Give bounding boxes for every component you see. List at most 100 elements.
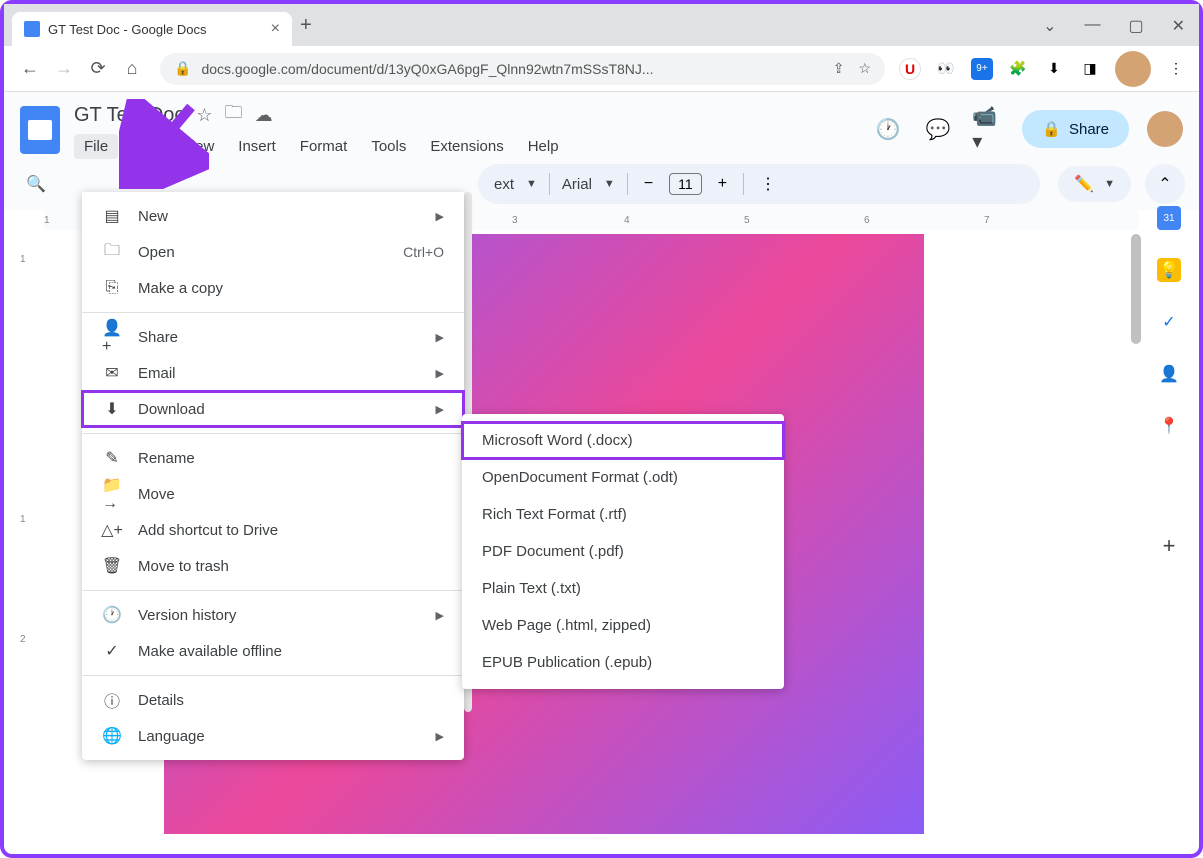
menu-rename[interactable]: ✎Rename [82, 440, 464, 476]
docs-logo[interactable] [20, 106, 60, 154]
menu-move[interactable]: 📁→Move [82, 476, 464, 512]
pencil-icon: ✎ [102, 448, 122, 468]
file-dropdown-menu: ▤New▶ 🗀OpenCtrl+O ⎘Make a copy 👤+Share▶ … [82, 192, 464, 760]
increase-font-button[interactable]: + [714, 171, 731, 197]
style-selector[interactable]: ext [494, 176, 514, 193]
download-icon: ⬇ [102, 399, 122, 419]
download-submenu: Microsoft Word (.docx) OpenDocument Form… [462, 414, 784, 689]
share-button[interactable]: 🔒 Share [1022, 110, 1129, 148]
chevron-right-icon: ▶ [436, 210, 444, 223]
chevron-down-icon[interactable]: ▼ [604, 178, 615, 190]
menu-make-copy[interactable]: ⎘Make a copy [82, 270, 464, 306]
menu-details[interactable]: ⓘDetails [82, 682, 464, 718]
tasks-app-icon[interactable]: ✓ [1157, 310, 1181, 334]
copy-icon: ⎘ [102, 278, 122, 298]
bookmark-star-icon[interactable]: ☆ [858, 60, 871, 77]
address-bar: ← → ⟳ ⌂ 🔒 docs.google.com/document/d/13y… [4, 46, 1199, 92]
menu-extensions[interactable]: Extensions [420, 134, 513, 159]
close-tab-icon[interactable]: × [271, 20, 280, 38]
url-field[interactable]: 🔒 docs.google.com/document/d/13yQ0xGA6pg… [160, 53, 885, 85]
menu-open[interactable]: 🗀OpenCtrl+O [82, 234, 464, 270]
move-icon: 📁→ [102, 484, 122, 504]
trash-icon: 🗑 [102, 556, 122, 576]
docs-favicon [24, 21, 40, 37]
maximize-button[interactable]: ▢ [1128, 16, 1143, 36]
download-docx[interactable]: Microsoft Word (.docx) [462, 422, 784, 459]
menu-trash[interactable]: 🗑Move to trash [82, 548, 464, 584]
person-plus-icon: 👤+ [102, 327, 122, 347]
add-addon-icon[interactable]: + [1157, 534, 1181, 558]
browser-tab-bar: GT Test Doc - Google Docs × + ⌄ — ▢ ✕ [4, 4, 1199, 46]
download-txt[interactable]: Plain Text (.txt) [462, 570, 784, 607]
minimize-button[interactable]: — [1084, 16, 1100, 36]
download-rtf[interactable]: Rich Text Format (.rtf) [462, 496, 784, 533]
mail-icon: ✉ [102, 363, 122, 383]
download-pdf[interactable]: PDF Document (.pdf) [462, 533, 784, 570]
forward-button[interactable]: → [50, 55, 78, 83]
more-tools-icon[interactable]: ⋮ [756, 170, 780, 198]
menu-language[interactable]: 🌐Language▶ [82, 718, 464, 754]
maps-app-icon[interactable]: 📍 [1157, 414, 1181, 438]
ublock-icon[interactable]: U [899, 58, 921, 80]
chevron-right-icon: ▶ [436, 730, 444, 743]
menu-version-history[interactable]: 🕐Version history▶ [82, 597, 464, 633]
decrease-font-button[interactable]: − [640, 171, 657, 197]
browser-tab[interactable]: GT Test Doc - Google Docs × [12, 12, 292, 46]
new-tab-button[interactable]: + [300, 14, 312, 37]
menu-format[interactable]: Format [290, 134, 358, 159]
side-panel: 31 💡 ✓ 👤 📍 + [1147, 200, 1191, 558]
tab-title: GT Test Doc - Google Docs [48, 22, 271, 37]
chevron-right-icon: ▶ [436, 609, 444, 622]
calendar-app-icon[interactable]: 31 [1157, 206, 1181, 230]
menu-email[interactable]: ✉Email▶ [82, 355, 464, 391]
pencil-icon: ✏️ [1074, 174, 1094, 194]
window-controls: ⌄ — ▢ ✕ [1043, 16, 1185, 36]
downloads-icon[interactable]: ⬇ [1043, 58, 1065, 80]
back-button[interactable]: ← [16, 55, 44, 83]
share-label: Share [1069, 121, 1109, 138]
chrome-menu-icon[interactable]: ⋮ [1165, 58, 1187, 80]
extension-icon-3[interactable]: 9+ [971, 58, 993, 80]
keep-app-icon[interactable]: 💡 [1157, 258, 1181, 282]
font-selector[interactable]: Arial [562, 176, 592, 193]
vertical-ruler[interactable]: 1 1 2 [20, 234, 40, 794]
account-avatar[interactable] [1147, 111, 1183, 147]
font-size-input[interactable]: 11 [669, 173, 702, 195]
extensions-puzzle-icon[interactable]: 🧩 [1007, 58, 1029, 80]
download-epub[interactable]: EPUB Publication (.epub) [462, 644, 784, 681]
history-icon[interactable]: 🕐 [872, 113, 904, 145]
menu-add-shortcut[interactable]: △+Add shortcut to Drive [82, 512, 464, 548]
menu-download[interactable]: ⬇Download▶ [82, 391, 464, 427]
comments-icon[interactable]: 💬 [922, 113, 954, 145]
meet-icon[interactable]: 📹 ▾ [972, 113, 1004, 145]
download-html[interactable]: Web Page (.html, zipped) [462, 607, 784, 644]
extension-icon-2[interactable]: 👀 [935, 58, 957, 80]
collapse-toolbar-button[interactable]: ⌃ [1145, 164, 1185, 204]
menu-offline[interactable]: ✓Make available offline [82, 633, 464, 669]
search-tools-icon[interactable]: 🔍 [18, 166, 54, 202]
chevron-right-icon: ▶ [436, 367, 444, 380]
menu-share[interactable]: 👤+Share▶ [82, 319, 464, 355]
menu-tools[interactable]: Tools [361, 134, 416, 159]
move-folder-icon[interactable]: 🗀 [225, 100, 243, 130]
chevron-right-icon: ▶ [436, 331, 444, 344]
home-button[interactable]: ⌂ [118, 55, 146, 83]
menu-insert[interactable]: Insert [228, 134, 286, 159]
reload-button[interactable]: ⟳ [84, 55, 112, 83]
chevron-down-icon[interactable]: ▼ [526, 178, 537, 190]
drive-add-icon: △+ [102, 520, 122, 540]
contacts-app-icon[interactable]: 👤 [1157, 362, 1181, 386]
menu-file[interactable]: File [74, 134, 118, 159]
cloud-status-icon[interactable]: ☁ [255, 105, 273, 126]
download-odt[interactable]: OpenDocument Format (.odt) [462, 459, 784, 496]
chevron-down-icon[interactable]: ⌄ [1043, 16, 1056, 36]
close-window-button[interactable]: ✕ [1172, 16, 1185, 36]
chevron-right-icon: ▶ [436, 403, 444, 416]
menu-new[interactable]: ▤New▶ [82, 198, 464, 234]
profile-avatar[interactable] [1115, 51, 1151, 87]
share-url-icon[interactable]: ⇪ [833, 60, 845, 77]
editing-mode-button[interactable]: ✏️ ▼ [1058, 166, 1131, 202]
vertical-scrollbar[interactable] [1131, 234, 1141, 344]
menu-help[interactable]: Help [518, 134, 569, 159]
side-panel-icon[interactable]: ◨ [1079, 58, 1101, 80]
